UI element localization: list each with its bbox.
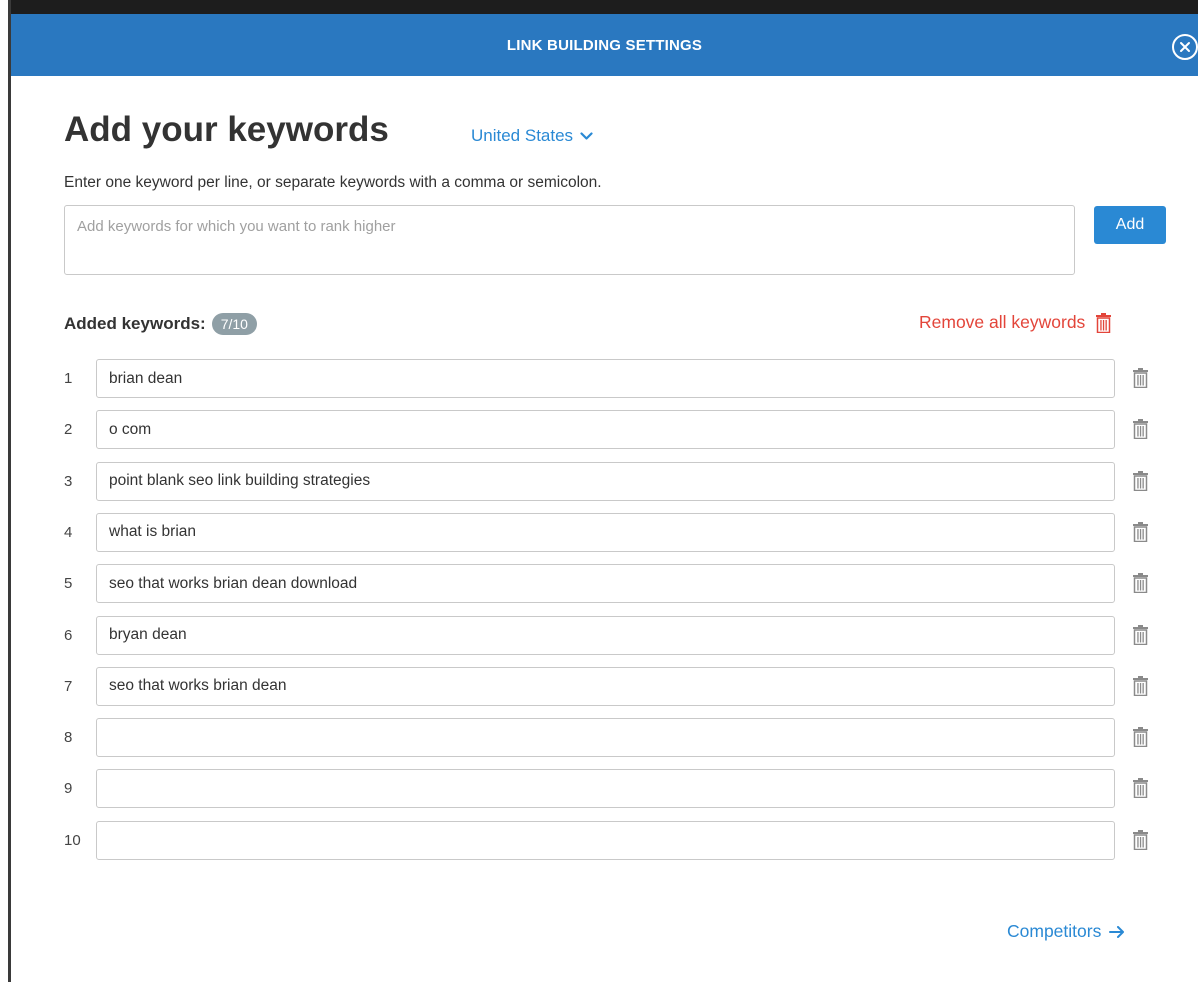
keyword-row-number: 2 xyxy=(64,421,73,439)
keyword-row: 2 xyxy=(11,410,1198,450)
keyword-input[interactable] xyxy=(96,718,1115,758)
country-selector[interactable]: United States xyxy=(471,126,593,146)
keyword-input[interactable] xyxy=(96,615,1115,655)
keyword-row: 10 xyxy=(11,820,1198,861)
keyword-row-number: 5 xyxy=(64,575,73,593)
page: LINK BUILDING SETTINGS Add your keywords… xyxy=(0,0,1198,982)
chevron-down-icon xyxy=(580,131,593,140)
keyword-row: 5 xyxy=(11,564,1198,604)
keyword-input[interactable] xyxy=(96,461,1115,501)
keyword-row-number: 7 xyxy=(64,677,73,695)
keyword-row-number: 4 xyxy=(64,523,73,541)
page-title: Add your keywords xyxy=(64,110,389,149)
trash-icon[interactable] xyxy=(1132,573,1149,594)
modal-header: LINK BUILDING SETTINGS xyxy=(11,14,1198,76)
country-label: United States xyxy=(471,126,574,145)
close-button[interactable] xyxy=(1172,34,1198,60)
trash-icon[interactable] xyxy=(1132,778,1149,799)
keyword-input[interactable] xyxy=(96,564,1115,604)
competitors-label: Competitors xyxy=(1007,921,1102,941)
arrow-right-icon xyxy=(1109,925,1125,938)
keyword-row-number: 8 xyxy=(64,729,73,747)
remove-all-keywords-button[interactable]: Remove all keywords xyxy=(919,312,1112,333)
keyword-row-number: 9 xyxy=(64,780,73,798)
trash-icon[interactable] xyxy=(1132,419,1149,440)
added-keywords-label: Added keywords: xyxy=(64,314,206,333)
keyword-input[interactable] xyxy=(96,666,1115,706)
remove-all-label: Remove all keywords xyxy=(919,312,1086,332)
keyword-row: 3 xyxy=(11,461,1198,502)
keyword-input[interactable] xyxy=(96,359,1115,398)
keyword-input[interactable] xyxy=(96,410,1115,450)
keyword-row-number: 1 xyxy=(64,370,73,387)
trash-icon[interactable] xyxy=(1132,675,1149,696)
trash-icon[interactable] xyxy=(1132,624,1149,645)
trash-icon[interactable] xyxy=(1132,470,1149,491)
keyword-row: 8 xyxy=(11,718,1198,758)
added-keywords-heading: Added keywords: 7/10 xyxy=(64,313,257,335)
link-building-settings-modal: LINK BUILDING SETTINGS Add your keywords… xyxy=(11,14,1198,982)
trash-icon[interactable] xyxy=(1132,368,1149,388)
competitors-link[interactable]: Competitors xyxy=(1007,921,1125,942)
keyword-input[interactable] xyxy=(96,820,1115,860)
keyword-row: 4 xyxy=(11,512,1198,553)
keyword-count-badge: 7/10 xyxy=(211,313,257,335)
modal-title: LINK BUILDING SETTINGS xyxy=(506,36,703,54)
close-circle-icon xyxy=(1180,42,1190,52)
keyword-row-number: 6 xyxy=(64,626,73,644)
add-button[interactable]: Add xyxy=(1094,206,1166,244)
keyword-input[interactable] xyxy=(96,769,1115,809)
instructions-text: Enter one keyword per line, or separate … xyxy=(64,174,602,191)
keyword-row: 6 xyxy=(11,615,1198,656)
trash-icon[interactable] xyxy=(1132,521,1149,542)
browser-top-edge xyxy=(0,0,1198,14)
keyword-row-number: 10 xyxy=(64,831,81,849)
keyword-row: 7 xyxy=(11,666,1198,707)
trash-icon[interactable] xyxy=(1132,829,1149,850)
keyword-row: 9 xyxy=(11,769,1198,809)
keyword-row: 1 xyxy=(11,359,1198,399)
keyword-input[interactable] xyxy=(96,512,1115,552)
trash-icon xyxy=(1096,312,1112,333)
keywords-textarea[interactable] xyxy=(64,205,1075,275)
trash-icon[interactable] xyxy=(1132,727,1149,748)
keyword-row-number: 3 xyxy=(64,472,73,490)
